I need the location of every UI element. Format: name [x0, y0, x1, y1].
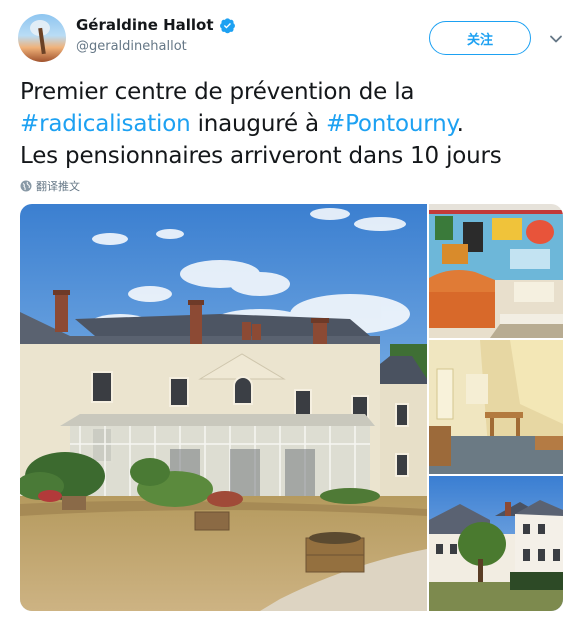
translate-label: 翻译推文 — [36, 180, 80, 193]
author-display-name[interactable]: Géraldine Hallot — [76, 16, 214, 34]
tweet-line-2: #radicalisation inauguré à #Pontourny. — [20, 108, 560, 140]
chevron-down-icon[interactable] — [548, 31, 564, 47]
tweet-line-3: Les pensionnaires arriveront dans 10 jou… — [20, 143, 502, 169]
globe-icon — [20, 180, 32, 192]
tweet-text: Premier centre de prévention de la #radi… — [20, 76, 560, 172]
painted-room-photo[interactable] — [429, 204, 563, 338]
tweet-text-mid: inauguré à — [190, 111, 327, 137]
avatar[interactable] — [18, 14, 66, 62]
media-grid-canvas — [20, 204, 563, 611]
media-grid — [20, 204, 563, 611]
translate-tweet-link[interactable]: 翻译推文 — [20, 178, 80, 194]
verified-badge-icon — [219, 17, 235, 33]
bedroom-photo[interactable] — [429, 340, 563, 474]
building-exterior-photo[interactable] — [429, 476, 563, 611]
hashtag-radicalisation[interactable]: #radicalisation — [20, 111, 191, 137]
hashtag-pontourny[interactable]: #Pontourny — [326, 111, 457, 137]
media-divider-1 — [429, 338, 563, 340]
author-name-row[interactable]: Géraldine Hallot — [76, 16, 236, 34]
author-handle[interactable]: @geraldinehallot — [76, 39, 236, 54]
media-divider-2 — [429, 474, 563, 476]
manor-house-photo[interactable] — [20, 204, 437, 611]
media-divider-vertical — [427, 204, 429, 611]
follow-button[interactable]: 关注 — [429, 21, 531, 55]
author-block: Géraldine Hallot @geraldinehallot — [76, 16, 236, 54]
tweet-text-end: . — [456, 111, 464, 137]
tweet-line-1: Premier centre de prévention de la — [20, 79, 415, 105]
